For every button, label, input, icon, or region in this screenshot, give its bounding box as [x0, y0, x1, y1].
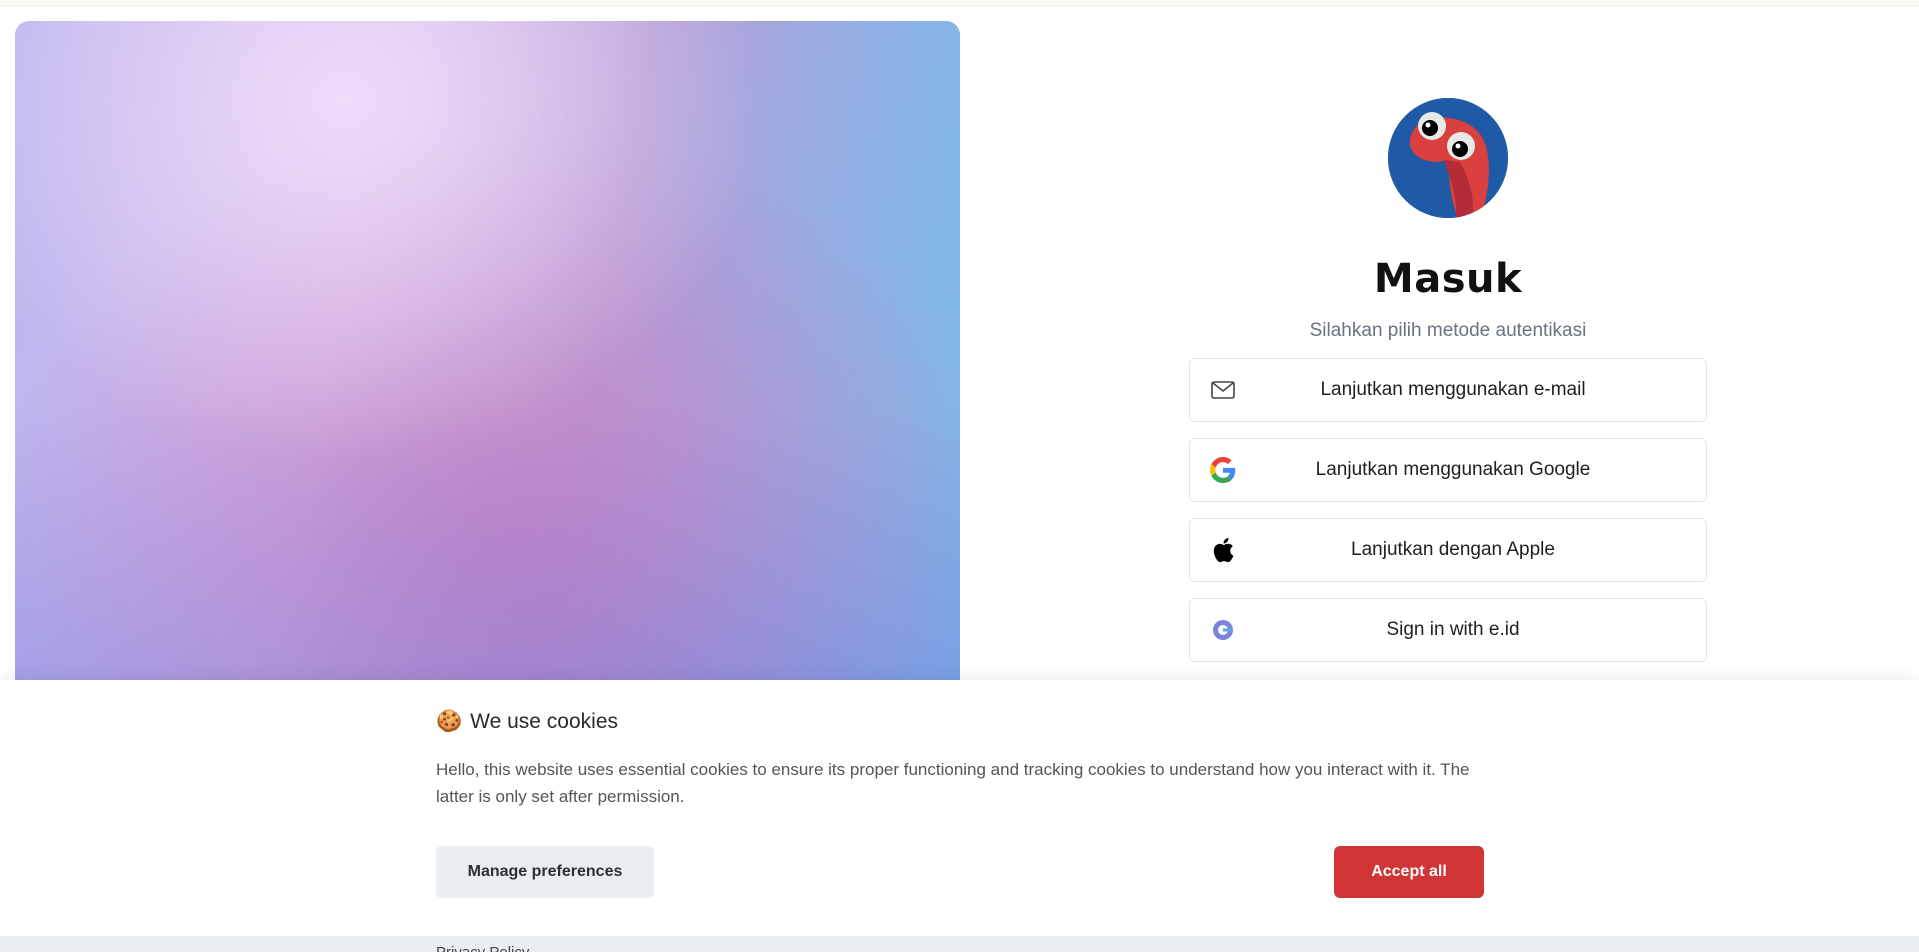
mascot-logo [1388, 98, 1508, 218]
cookie-title-text: We use cookies [470, 710, 619, 733]
page-title: Masuk [1373, 256, 1523, 302]
cookie-icon: 🍪 [436, 710, 463, 733]
google-login-button[interactable]: Lanjutkan menggunakan Google [1189, 438, 1707, 502]
eid-login-label: Sign in with e.id [1386, 619, 1520, 640]
mail-icon [1210, 377, 1236, 403]
footer-strip: Privacy Policy [0, 936, 1919, 952]
google-login-label: Lanjutkan menggunakan Google [1315, 459, 1591, 480]
google-icon [1210, 457, 1236, 483]
eid-login-button[interactable]: Sign in with e.id [1189, 598, 1707, 662]
apple-icon [1210, 537, 1236, 563]
cookie-consent-banner: 🍪 We use cookies Hello, this website use… [0, 680, 1919, 936]
manage-preferences-button[interactable]: Manage preferences [436, 846, 654, 898]
email-login-label: Lanjutkan menggunakan e-mail [1320, 379, 1586, 400]
top-border [0, 0, 1919, 6]
hero-gradient-image [15, 21, 960, 721]
page-subtitle: Silahkan pilih metode autentikasi [1309, 320, 1587, 341]
eid-icon [1210, 617, 1236, 643]
apple-login-button[interactable]: Lanjutkan dengan Apple [1189, 518, 1707, 582]
footer-link[interactable]: Privacy Policy [436, 944, 529, 952]
accept-all-button[interactable]: Accept all [1334, 846, 1484, 898]
cookie-title: 🍪 We use cookies [436, 710, 618, 734]
cookie-description: Hello, this website uses essential cooki… [436, 760, 1470, 806]
email-login-button[interactable]: Lanjutkan menggunakan e-mail [1189, 358, 1707, 422]
login-panel: Masuk Silahkan pilih metode autentikasi … [1188, 98, 1708, 662]
apple-login-label: Lanjutkan dengan Apple [1351, 539, 1555, 560]
